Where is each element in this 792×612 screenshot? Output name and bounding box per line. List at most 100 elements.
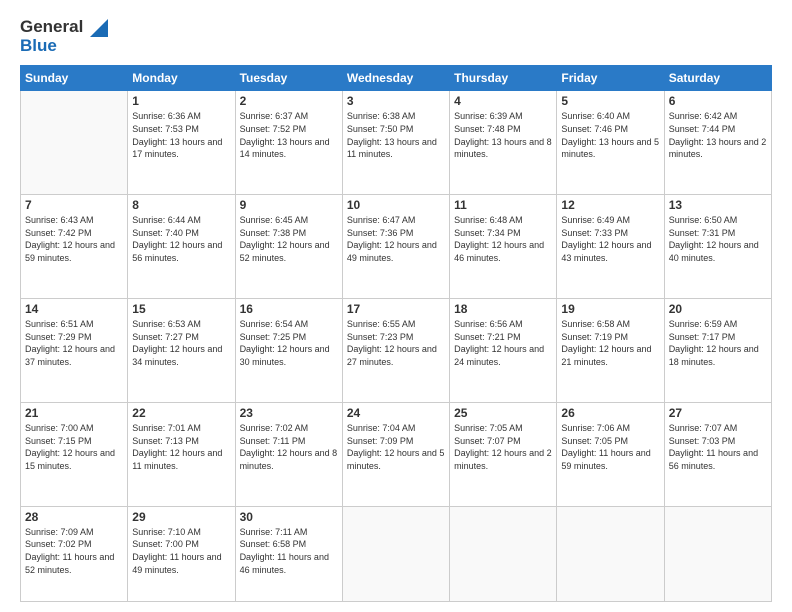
calendar-cell bbox=[450, 506, 557, 601]
day-number: 16 bbox=[240, 302, 338, 316]
day-info: Sunrise: 6:39 AMSunset: 7:48 PMDaylight:… bbox=[454, 110, 552, 160]
calendar-cell: 9 Sunrise: 6:45 AMSunset: 7:38 PMDaylight… bbox=[235, 195, 342, 299]
day-info: Sunrise: 6:36 AMSunset: 7:53 PMDaylight:… bbox=[132, 110, 230, 160]
day-number: 21 bbox=[25, 406, 123, 420]
calendar-cell: 25 Sunrise: 7:05 AMSunset: 7:07 PMDayligh… bbox=[450, 402, 557, 506]
calendar-cell: 24Sunrise: 7:04 AMSunset: 7:09 PMDayligh… bbox=[342, 402, 449, 506]
weekday-header-friday: Friday bbox=[557, 66, 664, 91]
page: General Blue SundayMondayTuesdayWednesda… bbox=[0, 0, 792, 612]
day-number: 17 bbox=[347, 302, 445, 316]
calendar-cell: 22 Sunrise: 7:01 AMSunset: 7:13 PMDayligh… bbox=[128, 402, 235, 506]
calendar-week-3: 14 Sunrise: 6:51 AMSunset: 7:29 PMDayligh… bbox=[21, 299, 772, 403]
calendar-cell: 19 Sunrise: 6:58 AMSunset: 7:19 PMDayligh… bbox=[557, 299, 664, 403]
calendar-cell bbox=[21, 91, 128, 195]
day-number: 26 bbox=[561, 406, 659, 420]
day-number: 6 bbox=[669, 94, 767, 108]
day-number: 5 bbox=[561, 94, 659, 108]
calendar-cell: 12 Sunrise: 6:49 AMSunset: 7:33 PMDayligh… bbox=[557, 195, 664, 299]
calendar-week-4: 21Sunrise: 7:00 AMSunset: 7:15 PMDayligh… bbox=[21, 402, 772, 506]
weekday-header-wednesday: Wednesday bbox=[342, 66, 449, 91]
day-info: Sunrise: 6:58 AMSunset: 7:19 PMDaylight:… bbox=[561, 318, 659, 368]
day-number: 25 bbox=[454, 406, 552, 420]
day-info: Sunrise: 6:45 AMSunset: 7:38 PMDaylight:… bbox=[240, 214, 338, 264]
day-info: Sunrise: 7:04 AMSunset: 7:09 PMDaylight:… bbox=[347, 422, 445, 472]
day-number: 1 bbox=[132, 94, 230, 108]
calendar-cell: 11 Sunrise: 6:48 AMSunset: 7:34 PMDayligh… bbox=[450, 195, 557, 299]
calendar-week-2: 7 Sunrise: 6:43 AMSunset: 7:42 PMDaylight… bbox=[21, 195, 772, 299]
weekday-header-sunday: Sunday bbox=[21, 66, 128, 91]
day-number: 9 bbox=[240, 198, 338, 212]
calendar-cell: 27Sunrise: 7:07 AMSunset: 7:03 PMDayligh… bbox=[664, 402, 771, 506]
day-info: Sunrise: 7:02 AMSunset: 7:11 PMDaylight:… bbox=[240, 422, 338, 472]
day-number: 27 bbox=[669, 406, 767, 420]
day-number: 23 bbox=[240, 406, 338, 420]
day-number: 3 bbox=[347, 94, 445, 108]
calendar-cell: 16Sunrise: 6:54 AMSunset: 7:25 PMDayligh… bbox=[235, 299, 342, 403]
day-number: 30 bbox=[240, 510, 338, 524]
day-number: 22 bbox=[132, 406, 230, 420]
calendar-cell: 4 Sunrise: 6:39 AMSunset: 7:48 PMDaylight… bbox=[450, 91, 557, 195]
day-info: Sunrise: 6:43 AMSunset: 7:42 PMDaylight:… bbox=[25, 214, 123, 264]
day-info: Sunrise: 7:10 AMSunset: 7:00 PMDaylight:… bbox=[132, 526, 230, 576]
day-info: Sunrise: 7:01 AMSunset: 7:13 PMDaylight:… bbox=[132, 422, 230, 472]
calendar-cell: 30 Sunrise: 7:11 AMSunset: 6:58 PMDayligh… bbox=[235, 506, 342, 601]
day-number: 11 bbox=[454, 198, 552, 212]
weekday-header-thursday: Thursday bbox=[450, 66, 557, 91]
day-info: Sunrise: 6:48 AMSunset: 7:34 PMDaylight:… bbox=[454, 214, 552, 264]
calendar-table: SundayMondayTuesdayWednesdayThursdayFrid… bbox=[20, 65, 772, 602]
calendar-cell bbox=[664, 506, 771, 601]
day-info: Sunrise: 6:51 AMSunset: 7:29 PMDaylight:… bbox=[25, 318, 123, 368]
day-number: 20 bbox=[669, 302, 767, 316]
day-number: 19 bbox=[561, 302, 659, 316]
calendar-cell: 21Sunrise: 7:00 AMSunset: 7:15 PMDayligh… bbox=[21, 402, 128, 506]
calendar-cell: 18Sunrise: 6:56 AMSunset: 7:21 PMDayligh… bbox=[450, 299, 557, 403]
calendar-cell: 13Sunrise: 6:50 AMSunset: 7:31 PMDayligh… bbox=[664, 195, 771, 299]
day-info: Sunrise: 6:53 AMSunset: 7:27 PMDaylight:… bbox=[132, 318, 230, 368]
calendar-cell: 6Sunrise: 6:42 AMSunset: 7:44 PMDaylight… bbox=[664, 91, 771, 195]
calendar-cell: 3 Sunrise: 6:38 AMSunset: 7:50 PMDaylight… bbox=[342, 91, 449, 195]
calendar-cell: 28Sunrise: 7:09 AMSunset: 7:02 PMDayligh… bbox=[21, 506, 128, 601]
calendar-cell bbox=[342, 506, 449, 601]
calendar-cell: 10Sunrise: 6:47 AMSunset: 7:36 PMDayligh… bbox=[342, 195, 449, 299]
day-number: 12 bbox=[561, 198, 659, 212]
day-info: Sunrise: 7:11 AMSunset: 6:58 PMDaylight:… bbox=[240, 526, 338, 576]
weekday-header-row: SundayMondayTuesdayWednesdayThursdayFrid… bbox=[21, 66, 772, 91]
day-info: Sunrise: 6:37 AMSunset: 7:52 PMDaylight:… bbox=[240, 110, 338, 160]
logo-triangle-icon bbox=[90, 19, 108, 37]
calendar-cell: 17 Sunrise: 6:55 AMSunset: 7:23 PMDayligh… bbox=[342, 299, 449, 403]
day-info: Sunrise: 7:09 AMSunset: 7:02 PMDaylight:… bbox=[25, 526, 123, 576]
weekday-header-saturday: Saturday bbox=[664, 66, 771, 91]
calendar-week-5: 28Sunrise: 7:09 AMSunset: 7:02 PMDayligh… bbox=[21, 506, 772, 601]
calendar-cell: 23 Sunrise: 7:02 AMSunset: 7:11 PMDayligh… bbox=[235, 402, 342, 506]
day-info: Sunrise: 6:38 AMSunset: 7:50 PMDaylight:… bbox=[347, 110, 445, 160]
day-number: 15 bbox=[132, 302, 230, 316]
calendar-cell: 15 Sunrise: 6:53 AMSunset: 7:27 PMDayligh… bbox=[128, 299, 235, 403]
day-number: 29 bbox=[132, 510, 230, 524]
calendar-week-1: 1 Sunrise: 6:36 AMSunset: 7:53 PMDaylight… bbox=[21, 91, 772, 195]
calendar-cell: 29 Sunrise: 7:10 AMSunset: 7:00 PMDayligh… bbox=[128, 506, 235, 601]
day-info: Sunrise: 7:06 AMSunset: 7:05 PMDaylight:… bbox=[561, 422, 659, 472]
day-info: Sunrise: 6:40 AMSunset: 7:46 PMDaylight:… bbox=[561, 110, 659, 160]
calendar-cell: 14 Sunrise: 6:51 AMSunset: 7:29 PMDayligh… bbox=[21, 299, 128, 403]
day-info: Sunrise: 6:49 AMSunset: 7:33 PMDaylight:… bbox=[561, 214, 659, 264]
day-number: 14 bbox=[25, 302, 123, 316]
calendar-cell: 2 Sunrise: 6:37 AMSunset: 7:52 PMDaylight… bbox=[235, 91, 342, 195]
calendar-cell bbox=[557, 506, 664, 601]
calendar-cell: 1 Sunrise: 6:36 AMSunset: 7:53 PMDaylight… bbox=[128, 91, 235, 195]
day-number: 7 bbox=[25, 198, 123, 212]
day-number: 2 bbox=[240, 94, 338, 108]
day-number: 8 bbox=[132, 198, 230, 212]
calendar-cell: 7 Sunrise: 6:43 AMSunset: 7:42 PMDaylight… bbox=[21, 195, 128, 299]
logo-wordmark: General Blue bbox=[20, 18, 108, 55]
calendar-cell: 5 Sunrise: 6:40 AMSunset: 7:46 PMDaylight… bbox=[557, 91, 664, 195]
weekday-header-tuesday: Tuesday bbox=[235, 66, 342, 91]
day-info: Sunrise: 6:55 AMSunset: 7:23 PMDaylight:… bbox=[347, 318, 445, 368]
calendar-cell: 26 Sunrise: 7:06 AMSunset: 7:05 PMDayligh… bbox=[557, 402, 664, 506]
day-info: Sunrise: 7:05 AMSunset: 7:07 PMDaylight:… bbox=[454, 422, 552, 472]
calendar-cell: 20 Sunrise: 6:59 AMSunset: 7:17 PMDayligh… bbox=[664, 299, 771, 403]
day-number: 4 bbox=[454, 94, 552, 108]
day-info: Sunrise: 6:50 AMSunset: 7:31 PMDaylight:… bbox=[669, 214, 767, 264]
day-info: Sunrise: 6:56 AMSunset: 7:21 PMDaylight:… bbox=[454, 318, 552, 368]
day-info: Sunrise: 6:59 AMSunset: 7:17 PMDaylight:… bbox=[669, 318, 767, 368]
logo: General Blue bbox=[20, 18, 108, 55]
